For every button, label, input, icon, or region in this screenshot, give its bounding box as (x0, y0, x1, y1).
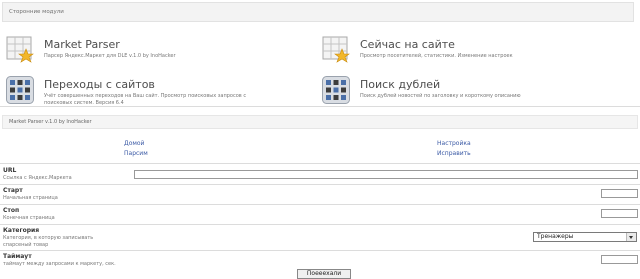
timeout-hint: таймаут между запросами к маркету, сек. (3, 261, 116, 267)
divider (0, 224, 640, 225)
nav-link-settings[interactable]: Настройка (437, 140, 471, 147)
category-hint: Категория, в которую записывать спарсены… (3, 235, 94, 248)
start-hint: Начальная страница (3, 195, 58, 201)
grid-star-icon (6, 36, 34, 63)
panel-header: Сторонние модули (2, 2, 634, 22)
timeout-input[interactable] (601, 255, 638, 264)
module-market-parser[interactable]: Market Parser Парсер Яндекс.Маркет для D… (6, 36, 306, 66)
category-select[interactable]: Тренажеры (533, 232, 637, 242)
module-title[interactable]: Сейчас на сайте (360, 38, 455, 51)
start-page-input[interactable] (601, 189, 638, 198)
chevron-down-icon[interactable] (626, 233, 636, 241)
nav-link-fix[interactable]: Исправить (437, 150, 471, 157)
module-title[interactable]: Переходы с сайтов (44, 78, 155, 91)
app-grid-icon (6, 76, 34, 104)
category-selected: Тренажеры (537, 233, 574, 240)
panel-title: Сторонние модули (9, 9, 64, 15)
module-find-duplicates[interactable]: Поиск дублей Поиск дублей новостей по за… (322, 76, 632, 106)
module-description: Учёт совершенных переходов на Ваш сайт. … (44, 93, 247, 106)
start-label: Старт (3, 187, 23, 194)
grid-star-icon (322, 36, 350, 63)
module-description: Поиск дублей новостей по заголовку и кор… (360, 93, 521, 99)
stop-hint: Конечная страница (3, 215, 55, 221)
divider (0, 250, 640, 251)
divider (0, 204, 640, 205)
module-title[interactable]: Market Parser (44, 38, 120, 51)
end-page-input[interactable] (601, 209, 638, 218)
app-grid-icon (322, 76, 350, 104)
market-parser-title: Market Parser v.1.0 by InoHacker (9, 119, 92, 125)
url-hint: Ссылка с Яндекс.Маркета (3, 175, 72, 181)
url-label: URL (3, 167, 17, 174)
module-description: Просмотр посетителей, статистики. Измене… (360, 53, 513, 59)
category-label: Категория (3, 227, 40, 234)
module-title[interactable]: Поиск дублей (360, 78, 440, 91)
market-parser-header: Market Parser v.1.0 by InoHacker (2, 115, 638, 129)
divider (0, 184, 640, 185)
url-input[interactable] (134, 170, 638, 179)
third-party-modules-panel: Сторонние модули Market Parser Парсер Ян… (0, 0, 640, 107)
stop-label: Стоп (3, 207, 20, 214)
module-referrals[interactable]: Переходы с сайтов Учёт совершенных перех… (6, 76, 316, 106)
nav-link-parse[interactable]: Парсим (124, 150, 148, 157)
timeout-label: Таймаут (3, 253, 32, 260)
module-description: Парсер Яндекс.Маркет для DLE v.1.0 by In… (44, 53, 176, 59)
module-online-now[interactable]: Сейчас на сайте Просмотр посетителей, ст… (322, 36, 622, 66)
divider (0, 163, 640, 164)
nav-link-home[interactable]: Домой (124, 140, 144, 147)
